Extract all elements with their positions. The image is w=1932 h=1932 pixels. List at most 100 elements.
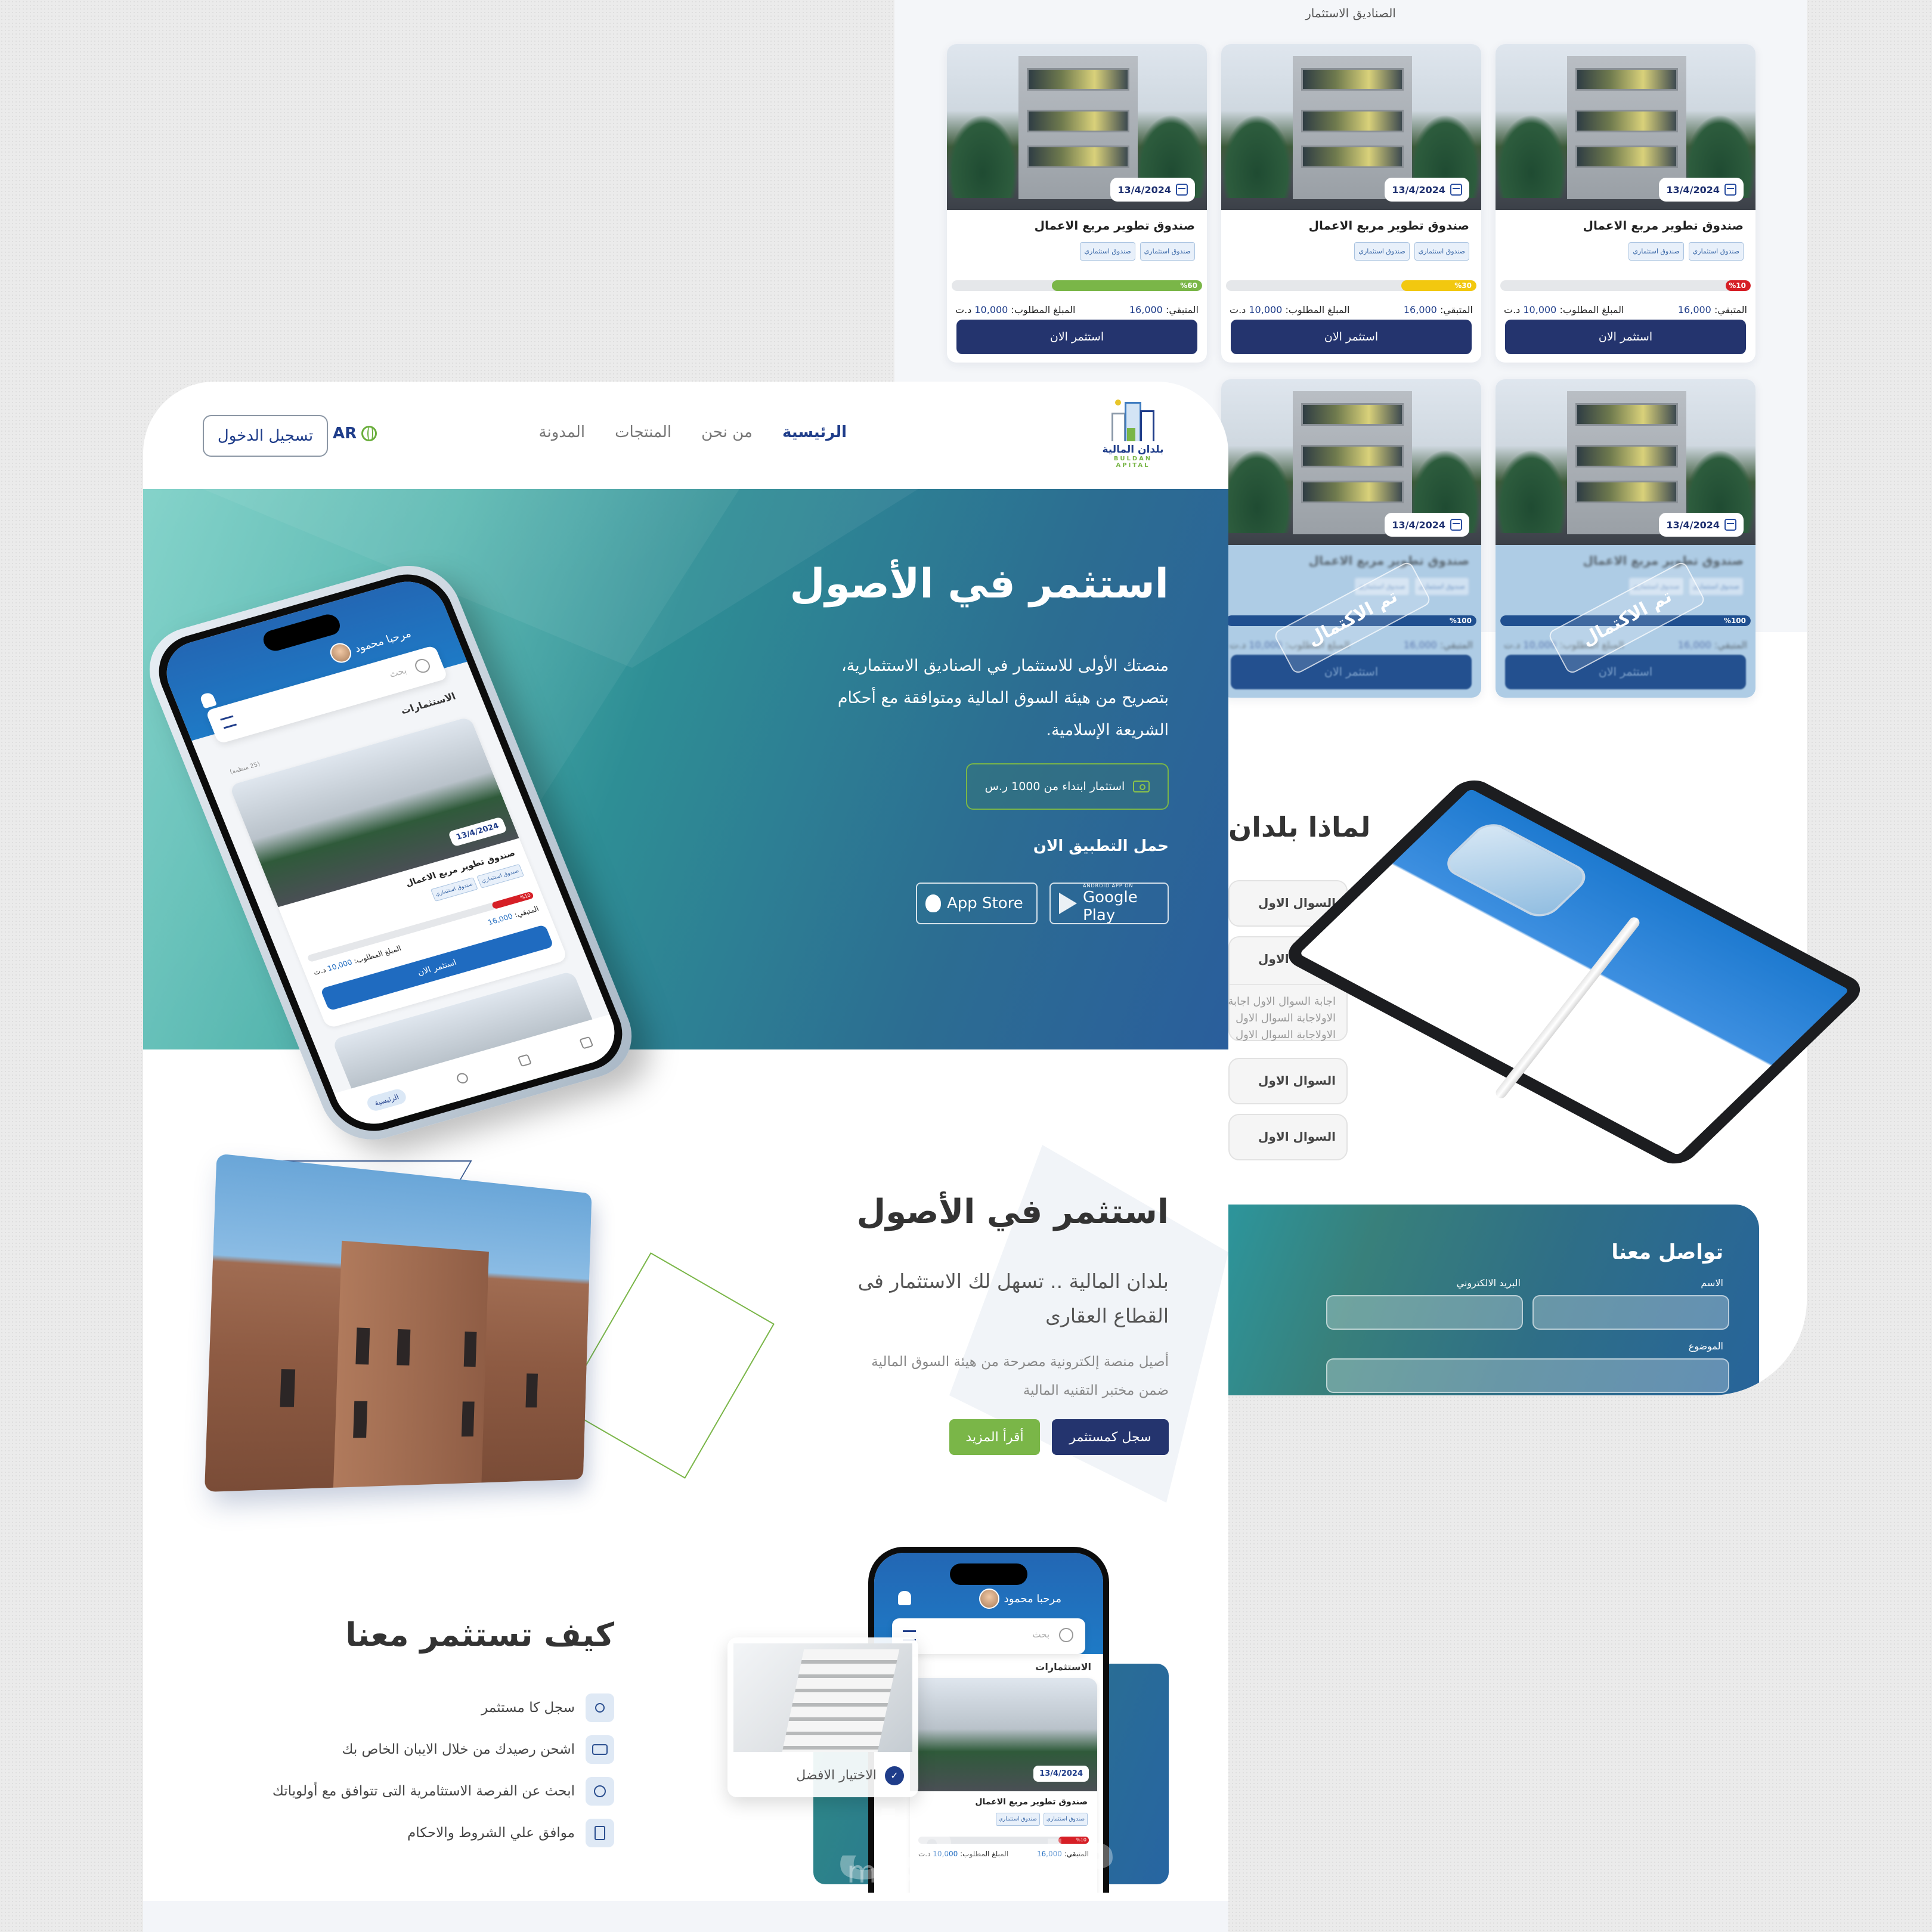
- name-label: الاسم: [1701, 1277, 1723, 1289]
- remaining-amount: المتبقي: 16,000: [1677, 304, 1747, 315]
- app-store-label: App Store: [947, 894, 1023, 912]
- fund-tag: صندوق استثماري: [476, 863, 525, 888]
- fund-tag: صندوق استثماري: [1414, 242, 1469, 261]
- globe-icon: [361, 426, 377, 441]
- fund-image: 13/4/2024: [1221, 379, 1481, 545]
- wallet-tab-icon[interactable]: [579, 1036, 594, 1049]
- why-section-title: لماذا بلدان: [1228, 811, 1371, 843]
- avatar: [979, 1589, 999, 1609]
- app-section-title: الاستثمارات: [1035, 1661, 1091, 1673]
- document-icon: [586, 1819, 614, 1847]
- fund-progress-fill: %30: [1401, 280, 1476, 291]
- nav-link-about[interactable]: من نحن: [701, 423, 753, 441]
- invest-now-button[interactable]: استثمر الان: [1231, 320, 1472, 354]
- faq-item[interactable]: السوال الاول: [1228, 1058, 1348, 1104]
- email-input[interactable]: [1326, 1295, 1523, 1330]
- app-store-button[interactable]: App Store: [916, 883, 1038, 924]
- fund-date: 13/4/2024: [448, 816, 507, 847]
- invest-now-button[interactable]: استثمر الان: [1505, 320, 1746, 354]
- fund-date-badge: 13/4/2024: [1385, 513, 1469, 537]
- contact-title: تواصل معنا: [1611, 1240, 1723, 1264]
- app-greeting: مرحبا محمود: [979, 1589, 1061, 1609]
- fund-image: 13/4/2024: [910, 1678, 1097, 1791]
- dynamic-island: [950, 1563, 1027, 1585]
- brand-logo[interactable]: بلدان المالية BULDAN APITAL: [1097, 400, 1169, 471]
- calendar-icon: [1176, 184, 1188, 196]
- fund-tag: صندوق استثماري: [1140, 242, 1195, 261]
- register-investor-button[interactable]: سجل كمستثمر: [1052, 1419, 1169, 1455]
- faq-item[interactable]: السوال الاول: [1228, 1114, 1348, 1160]
- email-label: البريد الالكتروني: [1456, 1277, 1521, 1289]
- fund-progress-fill: %10: [1726, 280, 1751, 291]
- apple-icon: [925, 894, 941, 912]
- faq-answer-line: اجابة السوال الاول اجابة: [1228, 995, 1336, 1008]
- remaining-amount: المتبقي: 16,000: [1403, 639, 1473, 651]
- money-icon: [1133, 781, 1150, 792]
- fund-tag: صندوق استثماري: [430, 877, 478, 902]
- app-section-title: الاستثمارات: [399, 690, 457, 717]
- app-count: (25 منظمة): [228, 761, 261, 776]
- fund-tags: صندوق استثماري صندوق استثماري: [1354, 242, 1469, 261]
- google-play-icon: [1059, 893, 1077, 914]
- greeting-text: مرحبا محمود: [1004, 1592, 1061, 1605]
- login-button[interactable]: تسجيل الدخول: [203, 415, 328, 457]
- fund-amounts: المتبقي: 16,000 المبلغ المطلوب: 10,000 د…: [1504, 304, 1747, 315]
- fund-tag: صندوق استثماري: [1080, 242, 1135, 261]
- chart-tab-icon[interactable]: [455, 1072, 470, 1085]
- faq-answer-line: الاولاجابة السوال الاول: [1236, 1029, 1336, 1041]
- faq-answer: اجابة السوال الاول اجابة الاولاجابة السو…: [1228, 993, 1336, 1044]
- fund-progress: %30: [1226, 280, 1476, 291]
- language-switcher[interactable]: AR: [333, 425, 377, 442]
- search-placeholder: بحث: [388, 665, 408, 680]
- home-tab[interactable]: الرئيسية: [364, 1087, 408, 1113]
- calendar-icon: [1724, 184, 1736, 196]
- faq-answer-line: الاولاجابة السوال الاول: [1236, 1012, 1336, 1024]
- about-title: استثمر في الأصول: [856, 1193, 1169, 1231]
- name-input[interactable]: [1532, 1295, 1729, 1330]
- subject-input[interactable]: [1326, 1358, 1729, 1393]
- nav-links: الرئيسية من نحن المنتجات المدونة: [539, 423, 847, 441]
- fund-title: صندوق تطوير مربع الاعمال: [1583, 218, 1744, 233]
- hero-description: منصتك الأولى للاستثمار في الصناديق الاست…: [837, 657, 1169, 739]
- briefcase-tab-icon[interactable]: [517, 1054, 532, 1067]
- fund-image: 13/4/2024: [1221, 44, 1481, 210]
- google-play-small: ANDROID APP ON: [1083, 883, 1134, 888]
- best-choice-label: الاختيار الافضل: [796, 1768, 877, 1783]
- required-amount: المبلغ المطلوب: 10,000 د.ت: [955, 304, 1076, 315]
- fund-date-badge: 13/4/2024: [1659, 513, 1744, 537]
- invest-now-button[interactable]: استثمر الان: [1231, 655, 1472, 689]
- white-building-image: [733, 1643, 912, 1752]
- fund-tag: صندوق استثماري: [1628, 242, 1684, 261]
- step-label: ابحث عن الفرصة الاستثامرية التى تتوافق م…: [272, 1784, 575, 1799]
- fund-title: صندوق تطوير مربع الاعمال: [1308, 553, 1469, 568]
- fund-date: 13/4/2024: [1666, 519, 1720, 531]
- nav-link-home[interactable]: الرئيسية: [782, 423, 847, 441]
- how-step: اشحن رصيدك من خلال الايبان الخاص بك: [342, 1735, 614, 1764]
- check-icon: ✓: [885, 1766, 904, 1785]
- google-play-button[interactable]: ANDROID APP ON Google Play: [1049, 883, 1169, 924]
- required-amount: المبلغ المطلوب: 10,000 د.ت: [1230, 304, 1350, 315]
- search-icon: [586, 1777, 614, 1806]
- fund-date-badge: 13/4/2024: [1659, 178, 1744, 202]
- app-search-bar: بحث: [892, 1618, 1085, 1654]
- search-placeholder: بحث: [1032, 1629, 1049, 1640]
- nav-link-products[interactable]: المنتجات: [615, 423, 671, 441]
- buildings-logo-icon: [1103, 400, 1163, 441]
- fund-title: صندوق تطوير مربع الاعمال: [1308, 218, 1469, 233]
- greeting-text: مرحبا محمود: [352, 627, 413, 655]
- how-step: موافق علي الشروط والاحكام: [407, 1819, 614, 1847]
- filter-icon: [220, 715, 237, 729]
- fund-tag: صندوق استثماري: [1354, 242, 1410, 261]
- watermark-en: mostaql.com: [847, 1854, 1048, 1890]
- download-app-label: حمل التطبيق الان: [1033, 837, 1169, 855]
- read-more-button[interactable]: أقرأ المزيد: [949, 1419, 1040, 1455]
- fund-date-badge: 13/4/2024: [1385, 178, 1469, 202]
- about-description: أصيل منصة إلكترونية مصرحة من هيئة السوق …: [871, 1354, 1169, 1398]
- fund-tag: صندوق استثماري: [1688, 242, 1744, 261]
- invest-now-button[interactable]: استثمر الان: [956, 320, 1197, 354]
- investor-icon: [586, 1693, 614, 1722]
- fund-date: 13/4/2024: [1666, 184, 1720, 196]
- fund-card: 13/4/2024 صندوق تطوير مربع الاعمال صندوق…: [1221, 44, 1481, 363]
- invest-now-button[interactable]: استثمر الان: [1505, 655, 1746, 689]
- nav-link-blog[interactable]: المدونة: [539, 423, 586, 441]
